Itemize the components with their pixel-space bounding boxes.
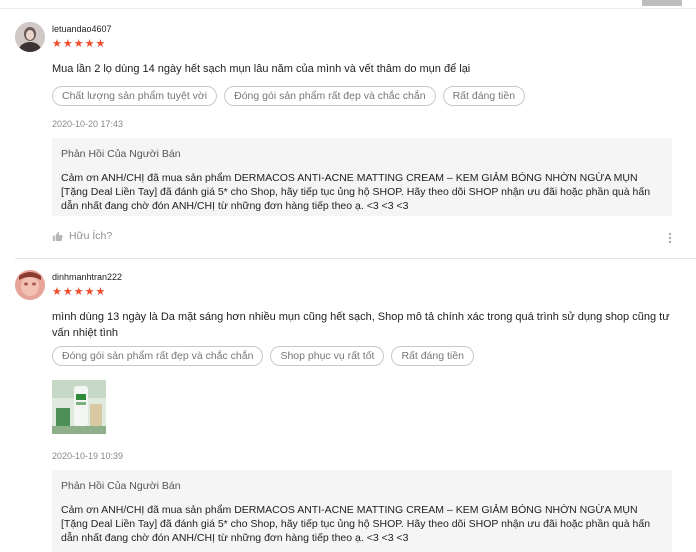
more-vertical-icon[interactable] xyxy=(668,232,672,244)
review-item: letuandao4607 ★★★★★ Mua lần 2 lọ dùng 14… xyxy=(0,0,696,260)
star-rating: ★★★★★ xyxy=(52,286,107,298)
review-tag: Đóng gói sản phẩm rất đẹp và chắc chắn xyxy=(52,346,264,366)
thumbs-up-icon xyxy=(52,231,63,241)
review-tags: Chất lượng sản phẩm tuyệt vời Đóng gói s… xyxy=(52,86,526,106)
review-tag: Shop phục vụ rất tốt xyxy=(270,346,385,366)
avatar[interactable] xyxy=(15,22,45,52)
review-tag: Đóng gói sản phẩm rất đẹp và chắc chắn xyxy=(224,86,436,106)
username[interactable]: dinhmanhtran222 xyxy=(52,272,122,282)
review-tag: Rất đáng tiền xyxy=(391,346,474,366)
helpful-button[interactable]: Hữu Ích? xyxy=(52,230,112,242)
star-rating: ★★★★★ xyxy=(52,38,107,50)
seller-reply-title: Phản Hồi Của Người Bán xyxy=(61,480,181,492)
review-tags: Đóng gói sản phẩm rất đẹp và chắc chắn S… xyxy=(52,346,474,366)
avatar[interactable] xyxy=(15,270,45,300)
review-photo[interactable] xyxy=(52,380,106,434)
review-date: 2020-10-19 10:39 xyxy=(52,451,124,461)
seller-reply-text: Cảm ơn ANH/CHỊ đã mua sản phẩm DERMACOS … xyxy=(61,504,651,544)
seller-reply: Phản Hồi Của Người Bán Cảm ơn ANH/CHỊ đã… xyxy=(52,470,672,552)
seller-reply-title: Phản Hồi Của Người Bán xyxy=(61,148,181,160)
review-date: 2020-10-20 17:43 xyxy=(52,119,124,129)
review-tag: Chất lượng sản phẩm tuyệt vời xyxy=(52,86,218,106)
review-tag: Rất đáng tiền xyxy=(442,86,526,106)
seller-reply: Phản Hồi Của Người Bán Cảm ơn ANH/CHỊ đã… xyxy=(52,138,672,216)
review-item: dinhmanhtran222 ★★★★★ mình dùng 13 ngày … xyxy=(0,258,696,552)
review-comment: Mua lần 2 lọ dùng 14 ngày hết sạch mụn l… xyxy=(52,63,471,75)
seller-reply-text: Cảm ơn ANH/CHỊ đã mua sản phẩm DERMACOS … xyxy=(61,172,651,212)
username[interactable]: letuandao4607 xyxy=(52,24,112,34)
review-comment: mình dùng 13 ngày là Da mặt sáng hơn nhi… xyxy=(52,311,670,339)
helpful-label: Hữu Ích? xyxy=(69,230,113,242)
